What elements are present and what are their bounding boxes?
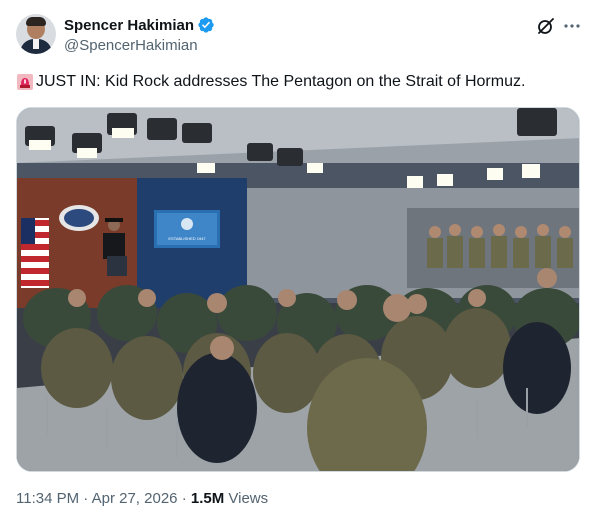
- verified-badge-icon: [198, 17, 214, 33]
- views-label: Views: [228, 490, 269, 507]
- author-display-name[interactable]: Spencer Hakimian: [64, 17, 194, 34]
- screen-text: ESTABLISHED 1947: [168, 236, 206, 241]
- briefing-room-photo: ESTABLISHED 1947: [17, 108, 579, 471]
- tweet-header: Spencer Hakimian @SpencerHakimian: [16, 14, 582, 58]
- author-block[interactable]: Spencer Hakimian @SpencerHakimian: [64, 15, 215, 54]
- siren-icon: [17, 74, 33, 90]
- more-options-icon[interactable]: [562, 16, 582, 36]
- avatar[interactable]: [16, 14, 56, 54]
- tweet-text: JUST IN: Kid Rock addresses The Pentagon…: [36, 73, 526, 90]
- tweet-body: JUST IN: Kid Rock addresses The Pentagon…: [16, 72, 582, 92]
- grok-icon[interactable]: [536, 16, 556, 36]
- tweet-time[interactable]: 11:34 PM: [16, 490, 79, 507]
- author-handle[interactable]: @SpencerHakimian: [64, 37, 215, 54]
- tweet-date[interactable]: Apr 27, 2026: [92, 490, 178, 507]
- tweet-photo[interactable]: ESTABLISHED 1947: [16, 107, 580, 472]
- tweet-meta: 11:34 PM · Apr 27, 2026 · 1.5M Views: [16, 490, 269, 507]
- views-count[interactable]: 1.5M: [191, 490, 224, 507]
